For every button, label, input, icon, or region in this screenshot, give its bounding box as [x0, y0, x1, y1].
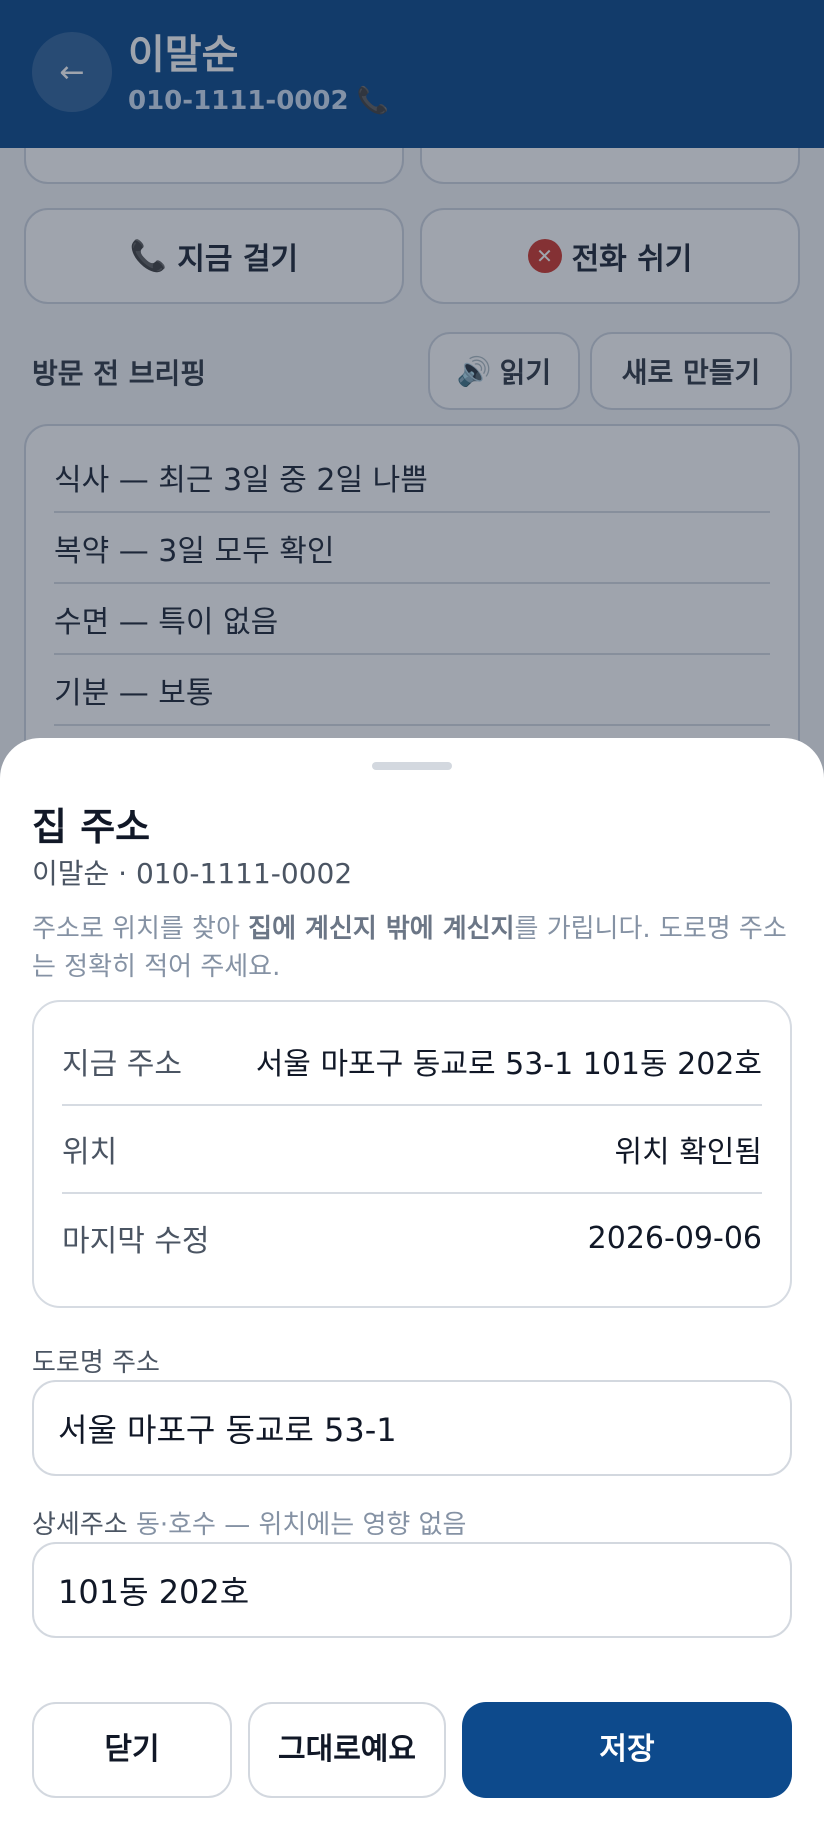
close-button[interactable]: 닫기: [32, 1702, 232, 1798]
info-label: 지금 주소: [62, 1047, 182, 1082]
detail-address-hint: 동·호수 — 위치에는 영향 없음: [135, 1510, 467, 1540]
sheet-drag-handle[interactable]: [372, 762, 452, 770]
info-label: 마지막 수정: [62, 1224, 210, 1259]
keep-as-is-button[interactable]: 그대로예요: [248, 1702, 446, 1798]
info-row-location: 위치 위치 확인됨: [62, 1106, 762, 1194]
help-text-pre: 주소로 위치를 찾아: [32, 914, 249, 944]
road-address-input[interactable]: [32, 1380, 792, 1476]
info-value: 2026-09-06: [587, 1220, 762, 1256]
info-value: 서울 마포구 동교로 53-1 101동 202호: [255, 1047, 762, 1082]
sheet-help-text: 주소로 위치를 찾아 집에 계신지 밖에 계신지를 가립니다. 도로명 주소는 …: [32, 910, 802, 986]
road-address-label: 도로명 주소: [32, 1348, 160, 1378]
sheet-subtitle: 이말순 · 010-1111-0002: [32, 857, 353, 890]
address-info-card: 지금 주소 서울 마포구 동교로 53-1 101동 202호 위치 위치 확인…: [32, 1000, 792, 1308]
address-sheet: 집 주소 이말순 · 010-1111-0002 주소로 위치를 찾아 집에 계…: [0, 738, 824, 1830]
help-text-emphasis: 집에 계신지 밖에 계신지: [248, 914, 515, 944]
detail-address-label: 상세주소 동·호수 — 위치에는 영향 없음: [32, 1504, 466, 1541]
info-label: 위치: [62, 1135, 118, 1170]
detail-address-input[interactable]: [32, 1542, 792, 1638]
detail-address-label-text: 상세주소: [32, 1510, 128, 1540]
info-row-current-address: 지금 주소 서울 마포구 동교로 53-1 101동 202호: [62, 1018, 762, 1106]
info-row-last-modified: 마지막 수정 2026-09-06: [62, 1194, 762, 1282]
info-value: 위치 확인됨: [614, 1135, 762, 1170]
sheet-title: 집 주소: [32, 805, 151, 849]
save-button[interactable]: 저장: [462, 1702, 792, 1798]
